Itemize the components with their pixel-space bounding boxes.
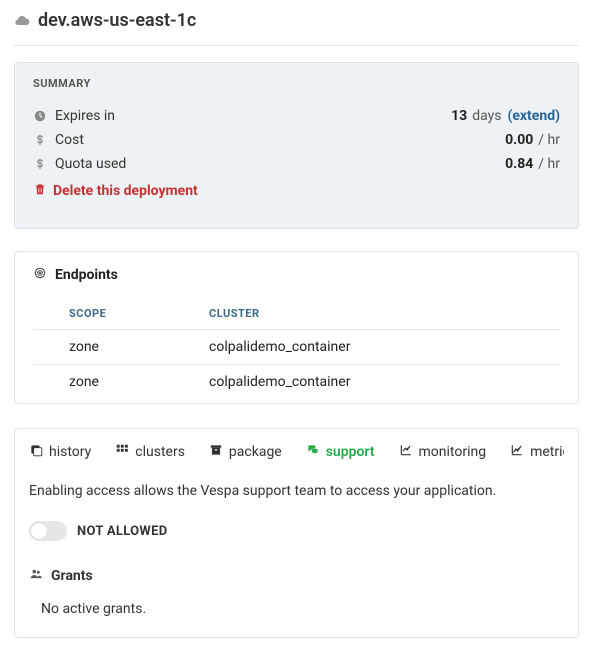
clock-icon	[33, 109, 53, 123]
col-scope: SCOPE	[33, 298, 203, 330]
tab-history[interactable]: history	[29, 443, 91, 461]
users-icon	[29, 567, 43, 585]
archive-icon	[209, 443, 223, 461]
summary-heading: SUMMARY	[33, 77, 560, 90]
cell-scope: zone	[33, 365, 203, 400]
history-icon	[29, 443, 43, 461]
tab-clusters[interactable]: clusters	[115, 443, 185, 461]
grid-icon	[115, 443, 129, 461]
grants-title: Grants	[51, 568, 93, 584]
summary-value: 13	[451, 108, 467, 124]
tab-label: metrics	[530, 444, 564, 460]
summary-unit: / hr	[533, 132, 560, 148]
summary-value: 0.00	[505, 132, 533, 148]
endpoints-header: Endpoints	[33, 266, 560, 284]
tab-label: package	[229, 444, 282, 460]
cell-cluster: colpalidemo_container	[203, 330, 560, 365]
tab-label: history	[49, 444, 91, 460]
delete-deployment-button[interactable]: Delete this deployment	[33, 176, 560, 200]
summary-label: Cost	[53, 132, 505, 148]
summary-row-expires: Expires in 13 days (extend)	[33, 104, 560, 128]
page-header: dev.aws-us-east-1c	[14, 8, 579, 46]
tab-label: support	[326, 444, 375, 460]
tabs: history clusters package support monitor…	[29, 443, 564, 461]
chart-line-icon	[510, 443, 524, 461]
delete-deployment-label: Delete this deployment	[53, 183, 198, 199]
summary-row-quota: Quota used 0.84 / hr	[33, 152, 560, 176]
cloud-icon	[14, 12, 30, 28]
tab-support[interactable]: support	[306, 443, 375, 461]
tab-package[interactable]: package	[209, 443, 282, 461]
table-row: zone colpalidemo_container	[33, 330, 560, 365]
tabs-card: history clusters package support monitor…	[14, 428, 579, 638]
dollar-icon	[33, 157, 53, 171]
access-toggle[interactable]	[29, 521, 67, 541]
endpoints-card: Endpoints SCOPE CLUSTER zone colpalidemo…	[14, 251, 579, 404]
support-note: Enabling access allows the Vespa support…	[29, 483, 564, 499]
trash-icon	[33, 182, 53, 200]
target-icon	[33, 266, 47, 284]
summary-row-cost: Cost 0.00 / hr	[33, 128, 560, 152]
access-toggle-row: NOT ALLOWED	[29, 521, 564, 541]
dollar-icon	[33, 133, 53, 147]
summary-label: Quota used	[53, 156, 505, 172]
tab-label: clusters	[135, 444, 185, 460]
endpoints-table: SCOPE CLUSTER zone colpalidemo_container…	[33, 298, 560, 399]
table-row: zone colpalidemo_container	[33, 365, 560, 400]
page-title: dev.aws-us-east-1c	[38, 10, 196, 31]
chat-icon	[306, 443, 320, 461]
tab-metrics[interactable]: metrics	[510, 443, 564, 461]
col-cluster: CLUSTER	[203, 298, 560, 330]
summary-card: SUMMARY Expires in 13 days (extend) Cost…	[14, 62, 579, 229]
summary-unit: days	[467, 108, 501, 124]
tab-label: monitoring	[419, 444, 487, 460]
grants-header: Grants	[29, 567, 564, 585]
endpoints-title: Endpoints	[55, 267, 118, 283]
grants-empty: No active grants.	[29, 601, 564, 617]
toggle-knob	[31, 523, 47, 539]
summary-value: 0.84	[505, 156, 533, 172]
chart-icon	[399, 443, 413, 461]
summary-label: Expires in	[53, 108, 451, 124]
tab-monitoring[interactable]: monitoring	[399, 443, 487, 461]
cell-cluster: colpalidemo_container	[203, 365, 560, 400]
access-toggle-label: NOT ALLOWED	[77, 524, 167, 539]
summary-unit: / hr	[533, 156, 560, 172]
extend-link[interactable]: (extend)	[501, 108, 560, 124]
cell-scope: zone	[33, 330, 203, 365]
